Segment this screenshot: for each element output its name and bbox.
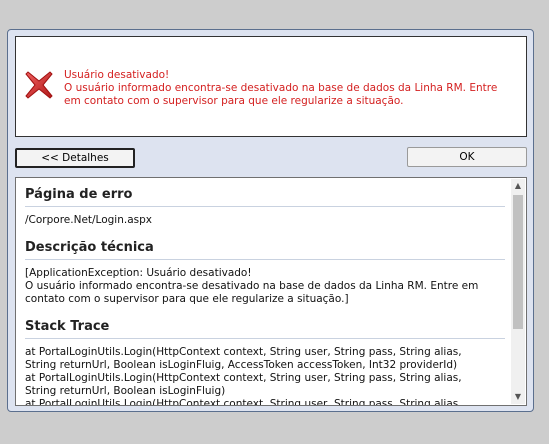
tech-description-heading: Descrição técnica (25, 240, 505, 260)
scroll-down-arrow-icon[interactable]: ▼ (511, 390, 525, 404)
tech-description-body: [ApplicationException: Usuário desativad… (25, 260, 505, 310)
error-page-path: /Corpore.Net/Login.aspx (25, 207, 505, 231)
error-x-icon (25, 71, 53, 99)
error-message-text: Usuário desativado! O usuário informado … (64, 69, 516, 108)
vertical-scrollbar[interactable]: ▲ ▼ (511, 179, 525, 404)
tech-line: [ApplicationException: Usuário desativad… (25, 267, 252, 279)
details-button[interactable]: << Detalhes (15, 148, 135, 168)
ok-button[interactable]: OK (407, 147, 527, 167)
error-message-box: Usuário desativado! O usuário informado … (15, 36, 527, 137)
stack-line: at PortalLoginUtils.Login(HttpContext co… (25, 398, 462, 406)
tech-line: contato com o supervisor para que ele re… (25, 293, 349, 305)
error-line-2: em contato com o supervisor para que ele… (64, 95, 404, 107)
tech-line: O usuário informado encontra-se desativa… (25, 280, 479, 292)
error-dialog: Usuário desativado! O usuário informado … (7, 29, 534, 412)
error-page-heading: Página de erro (25, 187, 505, 207)
stack-line: String returnUrl, Boolean isLoginFluig, … (25, 359, 458, 371)
stack-trace-body: at PortalLoginUtils.Login(HttpContext co… (25, 339, 505, 406)
scroll-thumb[interactable] (513, 195, 523, 329)
stack-line: String returnUrl, Boolean isLoginFluig) (25, 385, 226, 397)
error-title: Usuário desativado! (64, 69, 170, 81)
error-line-1: O usuário informado encontra-se desativa… (64, 82, 498, 94)
details-content: Página de erro /Corpore.Net/Login.aspx D… (25, 178, 505, 406)
stack-trace-heading: Stack Trace (25, 319, 505, 339)
stack-line: at PortalLoginUtils.Login(HttpContext co… (25, 346, 462, 358)
stack-line: at PortalLoginUtils.Login(HttpContext co… (25, 372, 462, 384)
scroll-up-arrow-icon[interactable]: ▲ (511, 179, 525, 193)
details-panel[interactable]: Página de erro /Corpore.Net/Login.aspx D… (15, 177, 527, 406)
page-path-text: /Corpore.Net/Login.aspx (25, 214, 152, 226)
